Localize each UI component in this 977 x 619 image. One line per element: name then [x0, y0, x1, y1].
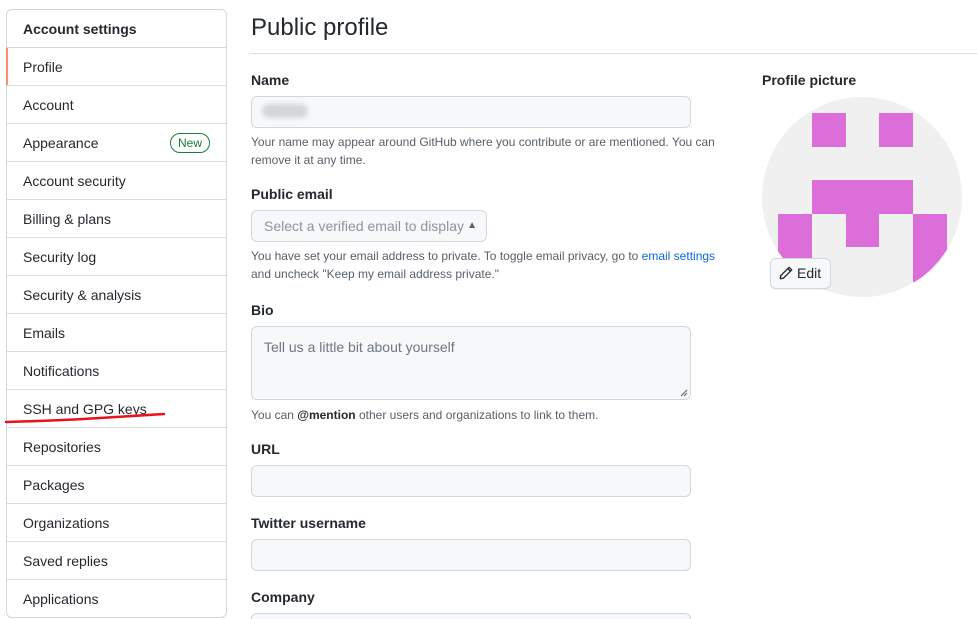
profile-picture-label: Profile picture	[762, 72, 857, 88]
bio-note-text: You can	[251, 408, 298, 422]
url-label: URL	[251, 441, 280, 457]
sidebar-item-label: Saved replies	[23, 553, 108, 569]
sidebar-item-repositories[interactable]: Repositories	[7, 428, 226, 466]
sidebar-item-label: Account	[23, 97, 74, 113]
resize-grip-icon[interactable]	[680, 389, 688, 397]
company-input[interactable]	[251, 613, 691, 619]
pencil-icon	[779, 266, 793, 280]
sidebar-item-profile[interactable]: Profile	[6, 48, 226, 86]
bio-note: You can @mention other users and organiz…	[251, 406, 721, 424]
public-email-select[interactable]: Select a verified email to display ▲	[251, 210, 487, 242]
sidebar-item-label: Notifications	[23, 363, 100, 379]
page-title: Public profile	[251, 14, 389, 41]
bio-note-text-end: other users and organizations to link to…	[355, 408, 599, 422]
sidebar-heading: Account settings	[7, 10, 226, 48]
sidebar-item-label: Organizations	[23, 515, 110, 531]
public-email-placeholder: Select a verified email to display	[264, 218, 464, 234]
public-email-note: You have set your email address to priva…	[251, 247, 721, 283]
public-email-note-text: You have set your email address to priva…	[251, 249, 642, 263]
sidebar-item-account[interactable]: Account	[7, 86, 226, 124]
name-label: Name	[251, 72, 290, 88]
bio-placeholder: Tell us a little bit about yourself	[264, 339, 455, 355]
company-label: Company	[251, 589, 315, 605]
twitter-label: Twitter username	[251, 515, 366, 531]
sidebar-item-saved-replies[interactable]: Saved replies	[7, 542, 226, 580]
bio-label: Bio	[251, 302, 274, 318]
sidebar-item-applications[interactable]: Applications	[7, 580, 226, 617]
identicon-cell	[812, 180, 913, 214]
sidebar-item-label: Security & analysis	[23, 287, 142, 303]
sidebar-item-organizations[interactable]: Organizations	[7, 504, 226, 542]
sidebar-item-label: Repositories	[23, 439, 101, 455]
sidebar-item-ssh-gpg-keys[interactable]: SSH and GPG keys	[7, 390, 226, 428]
name-note: Your name may appear around GitHub where…	[251, 135, 715, 167]
email-settings-link[interactable]: email settings	[642, 249, 715, 263]
public-email-note-text-end: and uncheck "Keep my email address priva…	[251, 267, 499, 281]
sidebar-item-account-security[interactable]: Account security	[7, 162, 226, 200]
twitter-input[interactable]	[251, 539, 691, 571]
edit-avatar-button[interactable]: Edit	[770, 258, 831, 289]
identicon-cell	[812, 113, 846, 147]
sidebar-item-label: SSH and GPG keys	[23, 401, 147, 417]
url-input[interactable]	[251, 465, 691, 497]
sidebar-item-label: Applications	[23, 591, 99, 607]
bio-note-mention: @mention	[297, 408, 356, 422]
public-email-label: Public email	[251, 186, 333, 202]
sidebar-item-label: Profile	[23, 59, 63, 75]
sidebar-item-label: Emails	[23, 325, 66, 341]
sidebar-item-appearance[interactable]: Appearance New	[7, 124, 226, 162]
title-divider	[251, 53, 977, 54]
settings-sidebar: Account settings Profile Account Appeara…	[6, 9, 227, 618]
name-input[interactable]	[251, 96, 691, 128]
sidebar-item-label: Packages	[23, 477, 85, 493]
sidebar-item-label: Security log	[23, 249, 97, 265]
bio-textarea[interactable]: Tell us a little bit about yourself	[251, 326, 691, 400]
name-value-redacted	[262, 104, 308, 118]
sidebar-item-security-log[interactable]: Security log	[7, 238, 226, 276]
identicon-cell	[913, 214, 947, 282]
sidebar-item-label: Billing & plans	[23, 211, 111, 227]
identicon-cell	[879, 113, 913, 147]
edit-button-label: Edit	[797, 265, 822, 281]
sidebar-item-billing-plans[interactable]: Billing & plans	[7, 200, 226, 238]
sidebar-item-security-analysis[interactable]: Security & analysis	[7, 276, 226, 314]
new-badge: New	[169, 133, 210, 153]
sidebar-item-emails[interactable]: Emails	[7, 314, 226, 352]
sidebar-item-notifications[interactable]: Notifications	[7, 352, 226, 390]
sidebar-item-label: Appearance	[23, 135, 99, 151]
identicon-cell	[846, 214, 879, 247]
select-caret-icon: ▲	[467, 220, 477, 231]
sidebar-item-packages[interactable]: Packages	[7, 466, 226, 504]
sidebar-item-label: Account security	[23, 173, 126, 189]
